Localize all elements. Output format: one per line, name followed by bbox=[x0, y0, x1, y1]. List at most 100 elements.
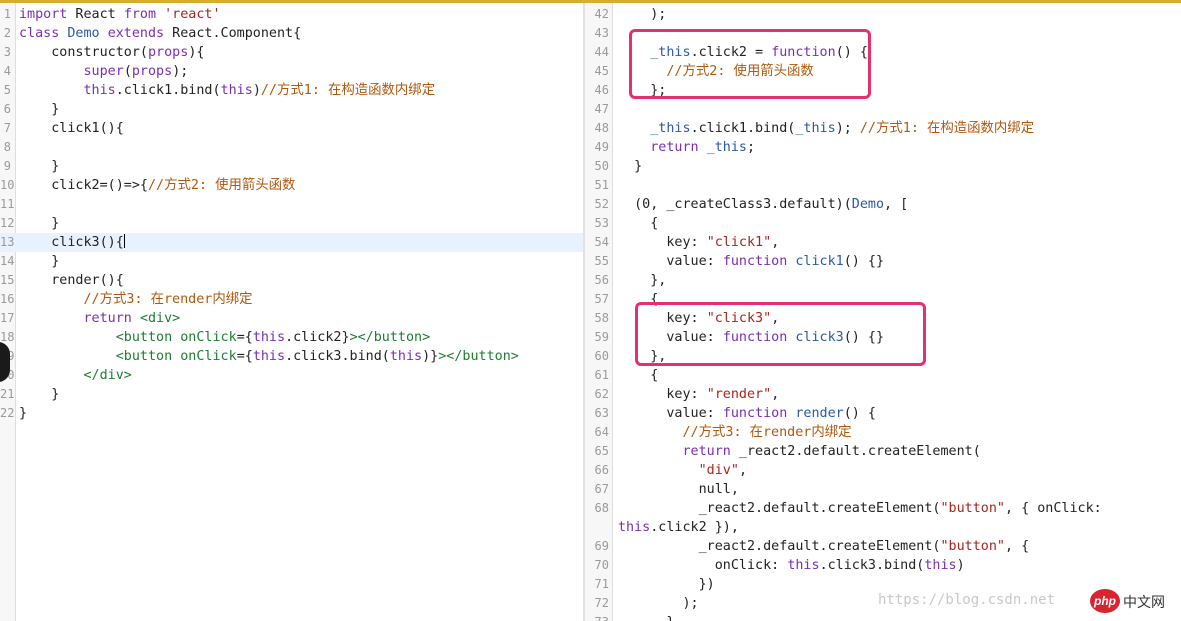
code-text: } bbox=[19, 404, 27, 423]
code-text: _react2.default.createElement("button", … bbox=[618, 499, 1102, 518]
code-token: "click1" bbox=[706, 235, 772, 250]
line-number: 45 bbox=[594, 64, 609, 78]
code-text: (0, _createClass3.default)(Demo, [ bbox=[618, 195, 908, 214]
source-code[interactable]: 1 import React from 'react' 2 class Demo ex… bbox=[0, 5, 583, 423]
code-token: render(){ bbox=[19, 273, 124, 288]
code-line[interactable]: 56 }, bbox=[585, 271, 1181, 290]
code-line[interactable]: 49 return _this; bbox=[585, 138, 1181, 157]
code-token: _react2.default.createElement( bbox=[730, 444, 981, 459]
code-token: ) bbox=[956, 558, 965, 573]
code-token: React.Component{ bbox=[164, 26, 302, 41]
code-line[interactable]: 67 null, bbox=[585, 480, 1181, 499]
code-line[interactable]: 17 return <div> bbox=[0, 309, 583, 328]
code-line[interactable]: 12 } bbox=[0, 214, 583, 233]
code-line[interactable]: 42 ); bbox=[585, 5, 1181, 24]
line-number: 58 bbox=[594, 311, 609, 325]
code-line[interactable]: 48 _this.click1.bind(_this); //方式1: 在构造函… bbox=[585, 119, 1181, 138]
line-number: 66 bbox=[594, 463, 609, 477]
code-line[interactable]: 53 { bbox=[585, 214, 1181, 233]
watermark-url: https://blog.csdn.net bbox=[878, 592, 1056, 608]
code-text: onClick: this.click3.bind(this) bbox=[618, 556, 965, 575]
code-token: , bbox=[771, 235, 780, 250]
code-line[interactable]: 3 constructor(props){ bbox=[0, 43, 583, 62]
code-line[interactable]: 62 key: "render", bbox=[585, 385, 1181, 404]
code-token: props bbox=[148, 45, 189, 60]
code-token: _react2.default.createElement( bbox=[618, 501, 941, 516]
code-line[interactable]: 66 "div", bbox=[585, 461, 1181, 480]
code-line[interactable]: 14 } bbox=[0, 252, 583, 271]
line-number: 49 bbox=[594, 140, 609, 154]
code-line[interactable]: 7 click1(){ bbox=[0, 119, 583, 138]
code-text: super(props); bbox=[19, 62, 189, 81]
code-line[interactable]: 70 onClick: this.click3.bind(this) bbox=[585, 556, 1181, 575]
code-line[interactable]: 19 <button onClick={this.click3.bind(thi… bbox=[0, 347, 583, 366]
code-line[interactable]: 63 value: function render() { bbox=[585, 404, 1181, 423]
line-number: 22 bbox=[0, 406, 15, 420]
line-number: 51 bbox=[594, 178, 609, 192]
code-token: this bbox=[618, 520, 651, 535]
code-text: "div", bbox=[618, 461, 747, 480]
code-line[interactable]: 1 import React from 'react' bbox=[0, 5, 583, 24]
code-line[interactable]: 61 { bbox=[585, 366, 1181, 385]
line-number: 48 bbox=[594, 121, 609, 135]
code-line[interactable]: 2 class Demo extends React.Component{ bbox=[0, 24, 583, 43]
code-line[interactable]: 22} bbox=[0, 404, 583, 423]
left-editor-pane[interactable]: 1 import React from 'react' 2 class Demo ex… bbox=[0, 3, 583, 621]
code-line[interactable]: 16 //方式3: 在render内绑定 bbox=[0, 290, 583, 309]
code-line[interactable]: 73 } bbox=[585, 613, 1181, 621]
line-number: 16 bbox=[0, 292, 15, 306]
code-line[interactable]: 5 this.click1.bind(this)//方式1: 在构造函数内绑定 bbox=[0, 81, 583, 100]
code-token: Demo bbox=[851, 197, 885, 212]
code-line[interactable]: 54 key: "click1", bbox=[585, 233, 1181, 252]
code-token: return bbox=[650, 140, 699, 155]
line-number: 44 bbox=[594, 45, 609, 59]
code-text: <button onClick={this.click3.bind(this)}… bbox=[19, 347, 519, 366]
line-number: 56 bbox=[594, 273, 609, 287]
code-token: class bbox=[19, 26, 60, 41]
code-line[interactable]: 9 } bbox=[0, 157, 583, 176]
code-line[interactable]: 51 bbox=[585, 176, 1181, 195]
code-token: ); bbox=[835, 121, 860, 136]
code-line[interactable]: 18 <button onClick={this.click2}></butto… bbox=[0, 328, 583, 347]
code-token: click3(){ bbox=[19, 235, 124, 250]
code-line[interactable]: 13 click3(){ bbox=[0, 233, 583, 252]
code-line[interactable]: 21 } bbox=[0, 385, 583, 404]
code-line[interactable]: 15 render(){ bbox=[0, 271, 583, 290]
code-line[interactable]: this.click2 }), bbox=[585, 518, 1181, 537]
code-text: constructor(props){ bbox=[19, 43, 204, 62]
code-token: click1 bbox=[795, 254, 844, 269]
code-text: null, bbox=[618, 480, 739, 499]
line-number: 43 bbox=[594, 26, 609, 40]
code-token: }, bbox=[618, 273, 667, 288]
code-line[interactable]: 52 (0, _createClass3.default)(Demo, [ bbox=[585, 195, 1181, 214]
line-number: 21 bbox=[0, 387, 15, 401]
code-text: } bbox=[19, 157, 59, 176]
code-token: function bbox=[722, 254, 788, 269]
code-line[interactable]: 68 _react2.default.createElement("button… bbox=[585, 499, 1181, 518]
line-number: 71 bbox=[594, 577, 609, 591]
code-line[interactable]: 4 super(props); bbox=[0, 62, 583, 81]
code-line[interactable]: 64 //方式3: 在render内绑定 bbox=[585, 423, 1181, 442]
code-line[interactable]: 6 } bbox=[0, 100, 583, 119]
code-line[interactable]: 47 bbox=[585, 100, 1181, 119]
code-line[interactable]: 50 } bbox=[585, 157, 1181, 176]
code-text: class Demo extends React.Component{ bbox=[19, 24, 301, 43]
code-token: .click1.bind( bbox=[690, 121, 796, 136]
code-line[interactable]: 55 value: function click1() {} bbox=[585, 252, 1181, 271]
code-token: )} bbox=[422, 349, 439, 364]
code-token: this bbox=[252, 349, 286, 364]
code-line[interactable]: 11 bbox=[0, 195, 583, 214]
code-line[interactable]: 20 </div> bbox=[0, 366, 583, 385]
line-number: 17 bbox=[0, 311, 15, 325]
code-token: null, bbox=[618, 482, 739, 497]
code-line[interactable]: 10 click2=()=>{//方式2: 使用箭头函数 bbox=[0, 176, 583, 195]
line-number: 42 bbox=[594, 7, 609, 21]
code-token: ; bbox=[747, 140, 756, 155]
code-text: import React from 'react' bbox=[19, 5, 221, 24]
code-line[interactable]: 65 return _react2.default.createElement( bbox=[585, 442, 1181, 461]
code-line[interactable]: 69 _react2.default.createElement("button… bbox=[585, 537, 1181, 556]
code-line[interactable]: 8 bbox=[0, 138, 583, 157]
line-number: 59 bbox=[594, 330, 609, 344]
